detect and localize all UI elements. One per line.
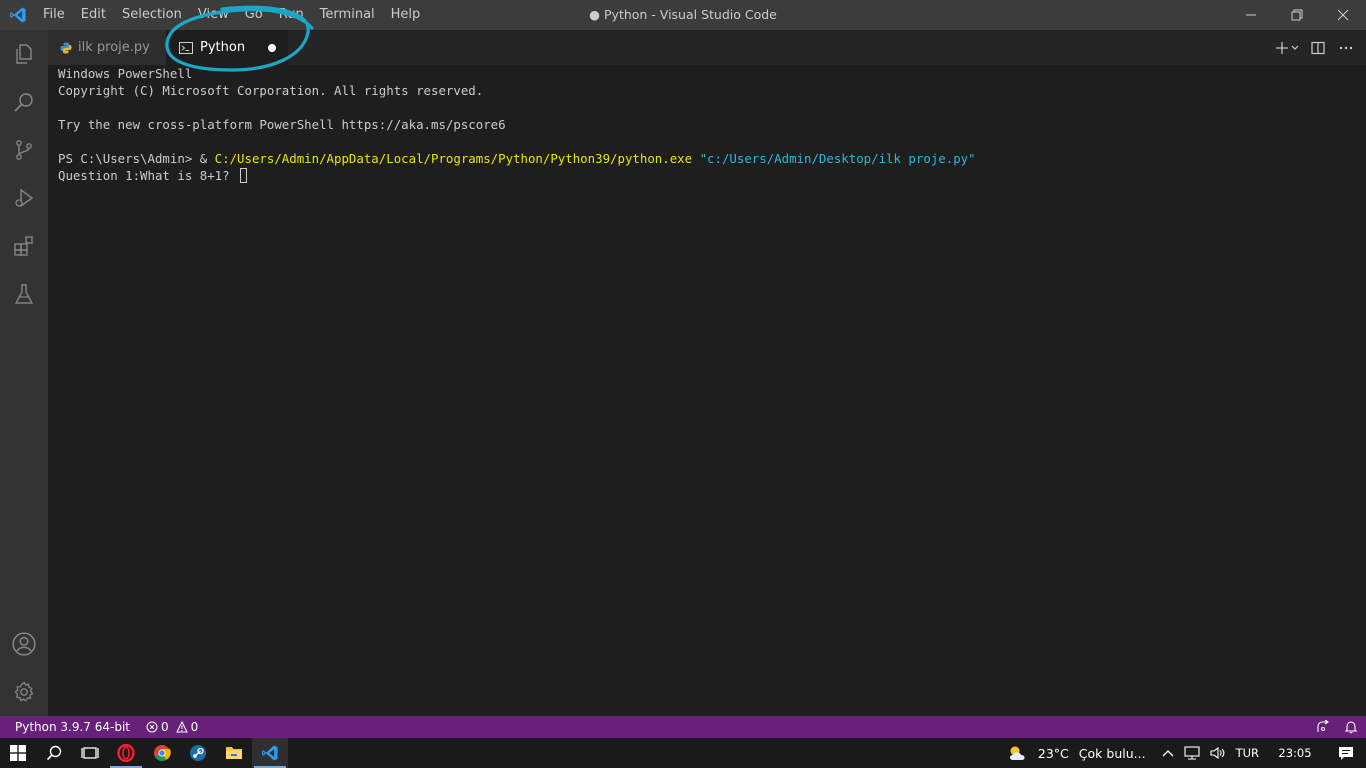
source-control-icon[interactable] — [0, 126, 48, 174]
weather-desc: Çok bulu... — [1078, 745, 1146, 761]
menu-selection[interactable]: Selection — [114, 0, 190, 30]
terminal-line: Copyright (C) Microsoft Corporation. All… — [58, 83, 484, 98]
script-argument: "c:/Users/Admin/Desktop/ilk proje.py" — [699, 151, 976, 166]
notifications-bell-icon[interactable] — [1344, 720, 1358, 734]
tab-actions — [1274, 30, 1358, 65]
menu-run[interactable]: Run — [271, 0, 312, 30]
steam-app-button[interactable] — [180, 738, 216, 768]
warning-count: 0 — [190, 720, 199, 734]
menu-edit[interactable]: Edit — [73, 0, 114, 30]
opera-icon — [117, 744, 135, 762]
settings-gear-icon[interactable] — [0, 668, 48, 716]
error-count: 0 — [161, 720, 169, 734]
title-bar: File Edit Selection View Go Run Terminal… — [0, 0, 1366, 30]
partly-cloudy-icon — [1009, 746, 1025, 760]
search-icon[interactable] — [0, 78, 48, 126]
split-editor-button[interactable] — [1306, 36, 1330, 60]
terminal-panel[interactable]: Windows PowerShell Copyright (C) Microso… — [48, 65, 1366, 716]
unsaved-dot-icon[interactable] — [268, 44, 276, 52]
file-explorer-app-button[interactable] — [216, 738, 252, 768]
terminal-prompt: PS C:\Users\Admin> & — [58, 151, 215, 166]
terminal-icon — [179, 41, 193, 54]
task-view-button[interactable] — [72, 738, 108, 768]
tab-label: ilk proje.py — [78, 40, 150, 55]
vscode-app-button[interactable] — [252, 738, 288, 768]
interpreter-label: Python 3.9.7 64-bit — [15, 720, 131, 734]
vscode-logo-icon — [0, 0, 35, 30]
menu-bar: File Edit Selection View Go Run Terminal… — [35, 0, 428, 30]
notification-chat-icon — [1339, 747, 1353, 760]
chevron-up-icon — [1162, 750, 1174, 757]
network-button[interactable] — [1179, 738, 1205, 768]
plus-chevron-icon — [1276, 41, 1299, 54]
task-view-icon — [81, 747, 99, 759]
chrome-icon — [154, 745, 171, 761]
editor-tab-bar: ilk proje.py Python — [48, 30, 1366, 65]
split-editor-icon — [1311, 41, 1325, 54]
close-icon — [1337, 9, 1349, 21]
clock[interactable]: 23:05 — [1264, 738, 1326, 768]
live-share-icon[interactable] — [1316, 720, 1330, 734]
start-button[interactable] — [0, 738, 36, 768]
terminal-command-line: PS C:\Users\Admin> & C:/Users/Admin/AppD… — [58, 150, 1356, 167]
search-icon — [46, 745, 62, 761]
steam-icon — [190, 745, 206, 761]
weather-widget[interactable]: 23°C Çok bulu... — [1001, 738, 1151, 768]
chrome-app-button[interactable] — [144, 738, 180, 768]
new-terminal-button[interactable] — [1274, 36, 1302, 60]
opera-app-button[interactable] — [108, 738, 144, 768]
menu-terminal[interactable]: Terminal — [312, 0, 383, 30]
folder-icon — [226, 747, 242, 759]
system-tray: 23°C Çok bulu... TUR 23:05 — [1001, 738, 1366, 768]
tab-python-terminal[interactable]: Python — [166, 30, 288, 65]
tab-label: Python — [200, 40, 246, 55]
testing-flask-icon[interactable] — [0, 270, 48, 318]
status-bar-right — [1316, 716, 1358, 738]
window-controls — [1228, 0, 1366, 30]
close-button[interactable] — [1320, 0, 1366, 30]
minimize-button[interactable] — [1228, 0, 1274, 30]
input-language[interactable]: TUR — [1231, 738, 1264, 768]
network-icon — [1184, 746, 1200, 760]
action-center-button[interactable] — [1326, 738, 1366, 768]
menu-view[interactable]: View — [190, 0, 237, 30]
tab-ilk-proje[interactable]: ilk proje.py — [48, 30, 166, 65]
show-hidden-icons-button[interactable] — [1157, 738, 1179, 768]
windows-taskbar: 23°C Çok bulu... TUR 23:05 — [0, 738, 1366, 768]
terminal-cursor — [240, 168, 248, 183]
restore-button[interactable] — [1274, 0, 1320, 30]
more-actions-button[interactable] — [1334, 36, 1358, 60]
menu-file[interactable]: File — [35, 0, 73, 30]
weather-temp: 23°C — [1037, 745, 1069, 761]
activity-bar — [0, 30, 48, 716]
terminal-line: Try the new cross-platform PowerShell ht… — [58, 117, 506, 132]
error-icon — [146, 721, 158, 733]
terminal-input-line[interactable]: Question 1:What is 8+1? — [58, 167, 1356, 184]
warning-icon — [175, 721, 188, 733]
minimize-icon — [1246, 14, 1256, 16]
volume-button[interactable] — [1205, 738, 1231, 768]
run-debug-icon[interactable] — [0, 174, 48, 222]
ellipsis-icon — [1339, 46, 1353, 49]
terminal-line: Windows PowerShell — [58, 66, 193, 81]
accounts-icon[interactable] — [0, 620, 48, 668]
extensions-icon[interactable] — [0, 222, 48, 270]
vscode-icon — [262, 745, 278, 761]
problems-indicator[interactable]: 0 0 — [138, 716, 206, 738]
explorer-icon[interactable] — [0, 30, 48, 78]
windows-logo-icon — [10, 745, 26, 761]
python-interpreter-selector[interactable]: Python 3.9.7 64-bit — [0, 716, 138, 738]
python-exe-path: C:/Users/Admin/AppData/Local/Programs/Py… — [214, 151, 693, 166]
menu-help[interactable]: Help — [383, 0, 429, 30]
python-file-icon — [60, 42, 72, 53]
menu-go[interactable]: Go — [237, 0, 271, 30]
speaker-icon — [1210, 746, 1224, 760]
question-prompt: Question 1:What is 8+1? — [58, 168, 238, 183]
status-bar: Python 3.9.7 64-bit 0 0 — [0, 716, 1366, 738]
restore-icon — [1291, 9, 1303, 21]
taskbar-search-button[interactable] — [36, 738, 72, 768]
